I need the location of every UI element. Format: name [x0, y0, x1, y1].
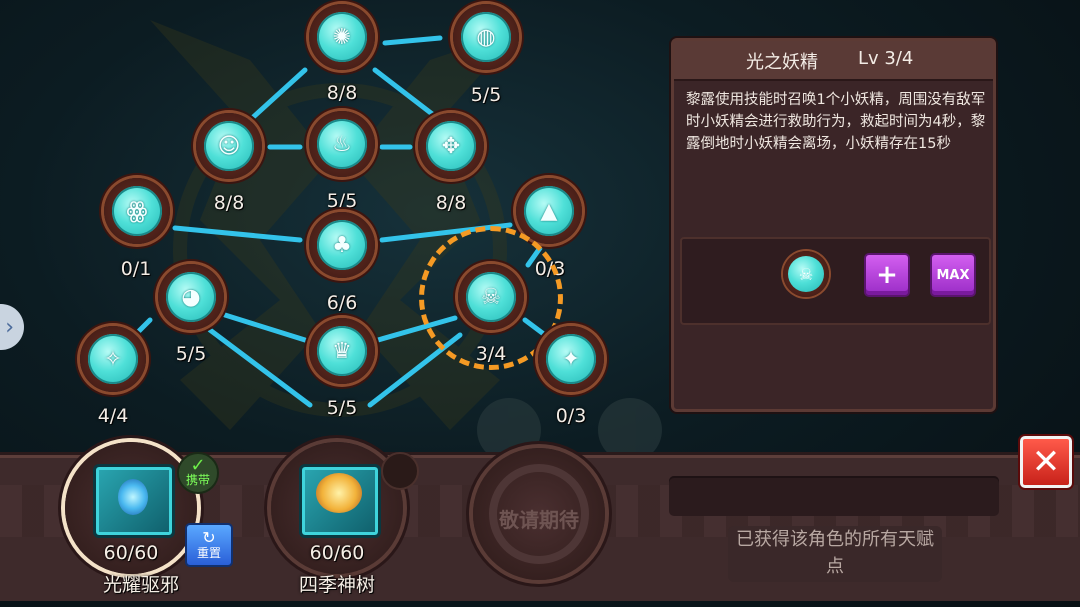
pyramid-eye-icon: ▲	[540, 198, 558, 224]
talent-level-label: 5/5	[326, 190, 358, 212]
reset-button[interactable]: ↻ 重置	[185, 523, 233, 567]
carry-badge: ✓ 携带	[177, 452, 219, 494]
talent-node-sparkle-skull[interactable]: ✦	[538, 326, 604, 392]
talent-node-rune-cross[interactable]: ✧	[80, 326, 146, 392]
talent-level-label: 5/5	[175, 343, 207, 365]
upgrade-box: ☠ + MAX	[680, 237, 991, 325]
talent-level-label: 8/8	[213, 192, 245, 214]
talent-level-label: 0/3	[555, 405, 587, 427]
slot-name: 光耀驱邪	[102, 574, 179, 596]
slot-indicator	[381, 452, 419, 490]
talent-node-fairy[interactable]: ☠	[458, 264, 524, 330]
talent-name: 光之妖精	[746, 52, 818, 73]
figure-rings-icon: ☺	[217, 133, 241, 159]
rune-cross-icon: ✧	[103, 346, 123, 372]
chalice-icon: ♨	[332, 131, 352, 157]
chevron-right-icon: ›	[5, 314, 14, 340]
cross-gem-icon: ✥	[441, 133, 461, 159]
talent-level-label: 5/5	[470, 84, 502, 106]
info-panel-header: 光之妖精 Lv 3/4	[674, 41, 993, 81]
talent-level-label: 8/8	[326, 82, 358, 104]
talent-node-spiral-figure[interactable]: ꙮ	[104, 178, 170, 244]
slot-name: 四季神树	[298, 574, 375, 596]
talent-level-label: 4/4	[97, 405, 129, 427]
sparkle-skull-icon: ✦	[561, 346, 581, 372]
talent-progress-bar	[669, 476, 999, 516]
reset-label: 重置	[196, 546, 221, 560]
lotus-crown-icon: ✺	[332, 24, 352, 50]
trefoil-icon: ♣	[332, 232, 352, 258]
fairy-icon: ☠	[481, 284, 501, 310]
shield-heart-icon: ◍	[476, 24, 496, 50]
carry-label: 携带	[185, 473, 210, 487]
talent-level-label: 5/5	[326, 397, 358, 419]
status-note: 已获得该角色的所有天赋点	[728, 526, 942, 582]
talent-node-chalice[interactable]: ♨	[309, 111, 375, 177]
close-button[interactable]: ✕	[1020, 436, 1072, 488]
light-book-icon	[93, 464, 175, 538]
talent-level-label: 6/6	[326, 292, 358, 314]
talent-node-cross-gem[interactable]: ✥	[418, 113, 484, 179]
spiral-figure-icon: ꙮ	[126, 198, 148, 224]
talent-node-lotus-crown[interactable]: ✺	[309, 4, 375, 70]
talent-node-figure-rings[interactable]: ☺	[196, 113, 262, 179]
selected-talent-icon: ☠	[783, 251, 829, 297]
add-point-button[interactable]: +	[864, 253, 910, 297]
owl-icon: ◕	[181, 284, 201, 310]
locked-slot: 敬请期待	[473, 448, 605, 580]
talent-level-label: 8/8	[435, 192, 467, 214]
max-level-button[interactable]: MAX	[930, 253, 976, 297]
talent-node-owl[interactable]: ◕	[158, 264, 224, 330]
talent-level: Lv 3/4	[858, 48, 914, 69]
fairy-icon: ☠	[798, 264, 814, 284]
close-icon: ✕	[1031, 442, 1061, 482]
talent-node-trefoil[interactable]: ♣	[309, 212, 375, 278]
talent-node-shield-heart[interactable]: ◍	[453, 4, 519, 70]
tree-book-icon	[299, 464, 381, 538]
talent-info-panel: 光之妖精 Lv 3/4 黎露使用技能时召唤1个小妖精，周围没有敌军时小妖精会进行…	[671, 38, 996, 412]
coming-soon-label: 敬请期待	[499, 508, 579, 532]
check-icon: ✓	[190, 455, 206, 476]
slot-point-count: 60/60	[309, 542, 365, 564]
refresh-icon: ↻	[202, 528, 216, 547]
talent-description: 黎露使用技能时召唤1个小妖精，周围没有敌军时小妖精会进行救助行为，救起时间为4秒…	[686, 92, 986, 152]
talent-level-label: 3/4	[475, 343, 507, 365]
slot-point-count: 60/60	[103, 542, 159, 564]
talent-screen: ✺ 8/8 ◍ 5/5 ☺ 8/8 ♨ 5/5 ✥ 8/8 ꙮ 0/1 ♣ 6/…	[0, 0, 1080, 607]
crown-circle-icon: ♛	[332, 338, 352, 364]
talent-node-crown-circle[interactable]: ♛	[309, 318, 375, 384]
